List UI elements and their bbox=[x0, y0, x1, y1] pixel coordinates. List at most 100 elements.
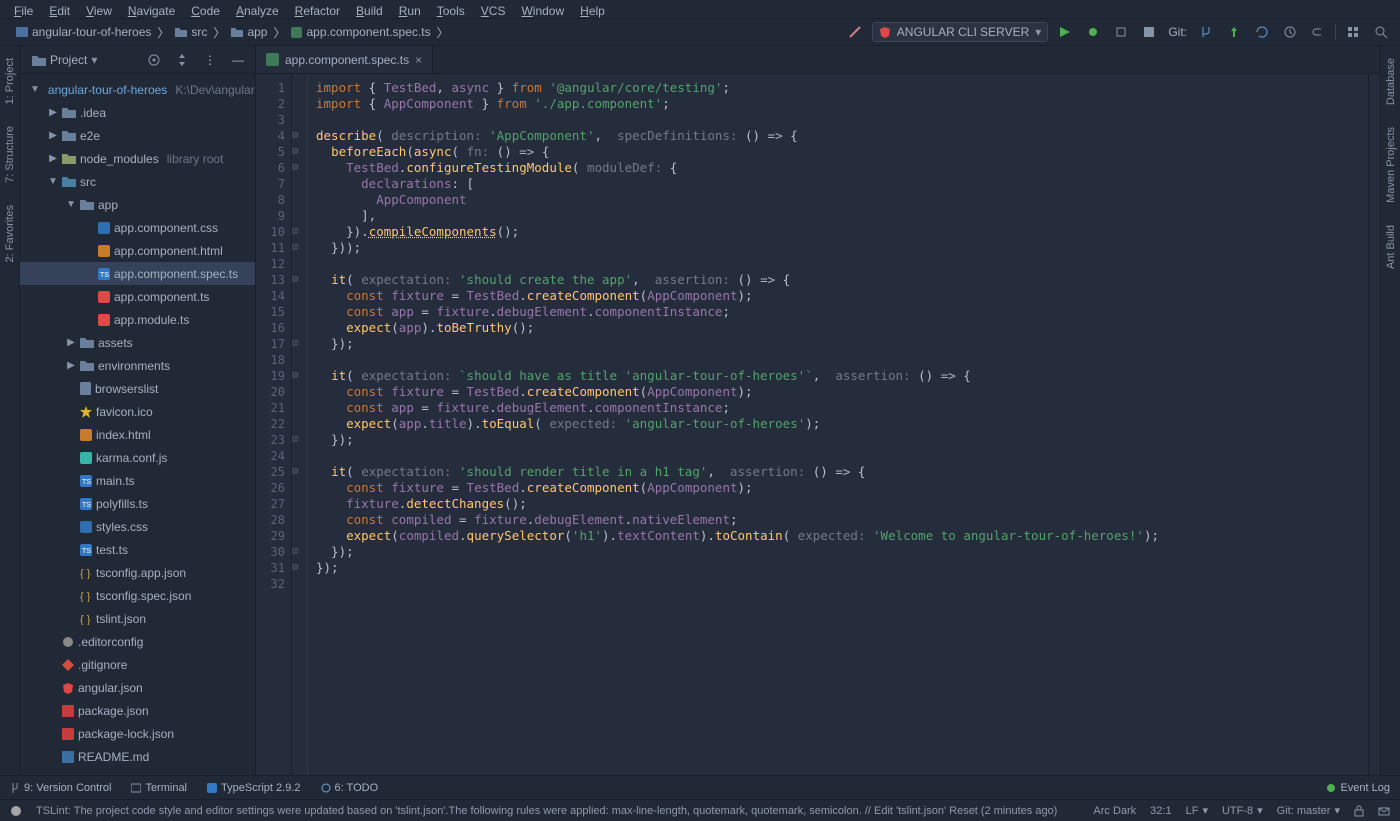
tree-item--gitignore[interactable]: .gitignore bbox=[20, 653, 255, 676]
gear-icon[interactable]: ⋮ bbox=[199, 49, 221, 71]
tree-item-app-component-spec-ts[interactable]: TSapp.component.spec.ts bbox=[20, 262, 255, 285]
git-branch-icon[interactable] bbox=[1195, 21, 1217, 43]
tree-item-app[interactable]: ▼app bbox=[20, 193, 255, 216]
tree-item-index-html[interactable]: index.html bbox=[20, 423, 255, 446]
rail-7-structure[interactable]: 7: Structure bbox=[4, 122, 16, 187]
tree-item-styles-css[interactable]: styles.css bbox=[20, 515, 255, 538]
bottom-tab-typescript-2-9-2[interactable]: TypeScript 2.9.2 bbox=[207, 782, 301, 794]
grid-icon[interactable] bbox=[1342, 21, 1364, 43]
tree-item--idea[interactable]: ▶.idea bbox=[20, 101, 255, 124]
hide-icon[interactable]: — bbox=[227, 49, 249, 71]
breadcrumb-item[interactable]: angular-tour-of-heroes bbox=[10, 25, 157, 39]
tree-item-assets[interactable]: ▶assets bbox=[20, 331, 255, 354]
breadcrumb-item[interactable]: src bbox=[169, 25, 213, 39]
tree-item-main-ts[interactable]: TSmain.ts bbox=[20, 469, 255, 492]
tree-item-tslint-json[interactable]: { }tslint.json bbox=[20, 607, 255, 630]
code-editor[interactable]: 1234567891011121314151617181920212223242… bbox=[256, 74, 1380, 775]
fold-gutter[interactable]: ⊟⊟⊟ ⊡⊡ ⊟ ⊡ ⊟ ⊡ ⊟ ⊡⊟ bbox=[292, 74, 308, 775]
collapse-icon[interactable] bbox=[171, 49, 193, 71]
menu-window[interactable]: Window bbox=[513, 2, 572, 16]
rail-1-project[interactable]: 1: Project bbox=[4, 54, 16, 108]
menu-refactor[interactable]: Refactor bbox=[287, 2, 348, 16]
status-encoding[interactable]: UTF-8 ▾ bbox=[1222, 804, 1263, 817]
menu-edit[interactable]: Edit bbox=[41, 2, 78, 16]
tree-item-browserslist[interactable]: browserslist bbox=[20, 377, 255, 400]
tab-title: app.component.spec.ts bbox=[285, 53, 409, 67]
menu-view[interactable]: View bbox=[78, 2, 120, 16]
tree-item-angular-json[interactable]: angular.json bbox=[20, 676, 255, 699]
target-icon[interactable] bbox=[143, 49, 165, 71]
error-stripe[interactable] bbox=[1368, 74, 1380, 775]
attach-button[interactable] bbox=[1110, 21, 1132, 43]
tree-item-app-module-ts[interactable]: app.module.ts bbox=[20, 308, 255, 331]
rail-ant-build[interactable]: Ant Build bbox=[1385, 221, 1397, 273]
run-configuration-selector[interactable]: ANGULAR CLI SERVER ▾ bbox=[872, 22, 1049, 42]
rail-maven-projects[interactable]: Maven Projects bbox=[1385, 123, 1397, 207]
project-tree[interactable]: ▼ angular-tour-of-heroes K:\Dev\angular-… bbox=[20, 74, 255, 775]
tree-item-app-component-ts[interactable]: app.component.ts bbox=[20, 285, 255, 308]
bottom-tab-9-version-control[interactable]: 9: Version Control bbox=[10, 782, 111, 794]
stop-button[interactable] bbox=[1138, 21, 1160, 43]
git-label: Git: bbox=[1166, 25, 1189, 39]
status-message[interactable]: TSLint: The project code style and edito… bbox=[36, 805, 1057, 817]
status-line-ending[interactable]: LF ▾ bbox=[1186, 804, 1208, 817]
lock-icon[interactable] bbox=[1354, 805, 1364, 817]
status-theme: Arc Dark bbox=[1093, 805, 1136, 817]
menu-file[interactable]: File bbox=[6, 2, 41, 16]
menu-vcs[interactable]: VCS bbox=[473, 2, 514, 16]
bottom-tab-terminal[interactable]: Terminal bbox=[131, 782, 187, 794]
rail-database[interactable]: Database bbox=[1385, 54, 1397, 109]
tree-item-README-md[interactable]: README.md bbox=[20, 745, 255, 768]
project-view-selector[interactable]: Project ▾ bbox=[26, 51, 103, 69]
bottom-tab-6-todo[interactable]: 6: TODO bbox=[321, 782, 379, 794]
menu-build[interactable]: Build bbox=[348, 2, 391, 16]
tree-item-tsconfig-app-json[interactable]: { }tsconfig.app.json bbox=[20, 561, 255, 584]
tree-item--editorconfig[interactable]: .editorconfig bbox=[20, 630, 255, 653]
tree-item-src[interactable]: ▼src bbox=[20, 170, 255, 193]
breadcrumb-item[interactable]: app.component.spec.ts bbox=[285, 25, 436, 39]
tree-item-app-component-html[interactable]: app.component.html bbox=[20, 239, 255, 262]
tree-root[interactable]: ▼ angular-tour-of-heroes K:\Dev\angular-… bbox=[20, 78, 255, 101]
event-log-tab[interactable]: Event Log bbox=[1326, 782, 1390, 794]
tree-item-tsconfig-spec-json[interactable]: { }tsconfig.spec.json bbox=[20, 584, 255, 607]
close-icon[interactable]: × bbox=[415, 53, 422, 67]
svg-text:TS: TS bbox=[82, 479, 91, 486]
search-icon[interactable] bbox=[1370, 21, 1392, 43]
tree-root-name: angular-tour-of-heroes bbox=[48, 83, 167, 97]
tree-item-e2e[interactable]: ▶e2e bbox=[20, 124, 255, 147]
tree-item-favicon-ico[interactable]: favicon.ico bbox=[20, 400, 255, 423]
code-content[interactable]: import { TestBed, async } from '@angular… bbox=[308, 74, 1368, 775]
tree-item-app-component-css[interactable]: app.component.css bbox=[20, 216, 255, 239]
tree-item-test-ts[interactable]: TStest.ts bbox=[20, 538, 255, 561]
editor-tab[interactable]: app.component.spec.ts × bbox=[256, 46, 433, 73]
tree-item-karma-conf-js[interactable]: karma.conf.js bbox=[20, 446, 255, 469]
notifications-icon[interactable] bbox=[1378, 805, 1390, 817]
menu-tools[interactable]: Tools bbox=[429, 2, 473, 16]
git-commit-icon[interactable] bbox=[1223, 21, 1245, 43]
menu-analyze[interactable]: Analyze bbox=[228, 2, 287, 16]
rail-2-favorites[interactable]: 2: Favorites bbox=[4, 201, 16, 266]
tree-item-polyfills-ts[interactable]: TSpolyfills.ts bbox=[20, 492, 255, 515]
line-number-gutter: 1234567891011121314151617181920212223242… bbox=[256, 74, 292, 775]
menu-navigate[interactable]: Navigate bbox=[120, 2, 183, 16]
status-caret[interactable]: 32:1 bbox=[1150, 805, 1171, 817]
menu-help[interactable]: Help bbox=[572, 2, 613, 16]
svg-text:{ }: { } bbox=[80, 614, 91, 625]
tree-item-node_modules[interactable]: ▶node_moduleslibrary root bbox=[20, 147, 255, 170]
svg-text:{ }: { } bbox=[80, 591, 91, 602]
status-icon bbox=[10, 805, 22, 817]
tree-item-environments[interactable]: ▶environments bbox=[20, 354, 255, 377]
breadcrumb-item[interactable]: app bbox=[225, 25, 273, 39]
debug-button[interactable] bbox=[1082, 21, 1104, 43]
tree-item-package-json[interactable]: package.json bbox=[20, 699, 255, 722]
menu-run[interactable]: Run bbox=[391, 2, 429, 16]
menu-code[interactable]: Code bbox=[183, 2, 228, 16]
run-button[interactable] bbox=[1054, 21, 1076, 43]
tree-item-package-lock-json[interactable]: package-lock.json bbox=[20, 722, 255, 745]
git-revert-icon[interactable] bbox=[1307, 21, 1329, 43]
build-icon[interactable] bbox=[844, 21, 866, 43]
git-history-icon[interactable] bbox=[1279, 21, 1301, 43]
folder-icon bbox=[32, 54, 46, 66]
git-update-icon[interactable] bbox=[1251, 21, 1273, 43]
status-git-branch[interactable]: Git: master ▾ bbox=[1277, 804, 1340, 817]
